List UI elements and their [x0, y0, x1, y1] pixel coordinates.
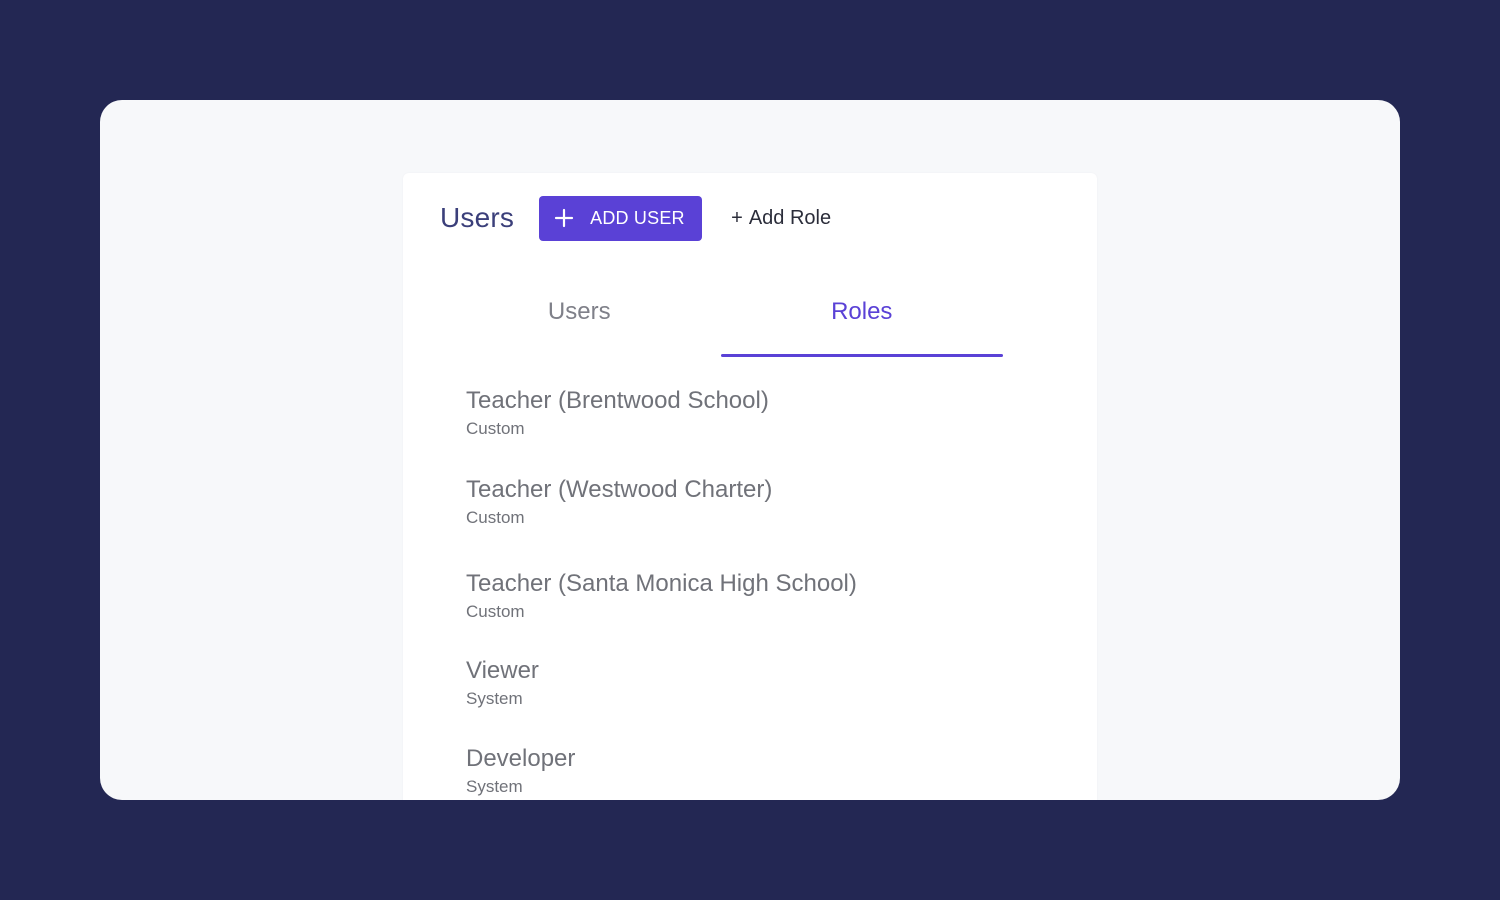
- role-type: Custom: [466, 508, 525, 527]
- role-name: Teacher (Brentwood School): [466, 387, 769, 414]
- role-name: Developer: [466, 745, 576, 772]
- add-user-button[interactable]: ADD USER: [539, 195, 703, 241]
- role-list-item[interactable]: Teacher (Santa Monica High School) Custo…: [466, 569, 1026, 623]
- plus-icon: [554, 208, 574, 228]
- page-title: Users: [440, 202, 515, 233]
- role-list-item[interactable]: Viewer System: [466, 656, 1026, 710]
- role-list-item[interactable]: Teacher (Brentwood School) Custom: [466, 386, 1026, 440]
- role-list-item[interactable]: Developer System: [466, 744, 1026, 798]
- role-name: Teacher (Santa Monica High School): [466, 570, 857, 597]
- role-name: Viewer: [466, 657, 539, 684]
- users-panel: Users ADD USER + Add Role Users Roles Te…: [403, 173, 1097, 800]
- window-frame: Users ADD USER + Add Role Users Roles Te…: [100, 100, 1400, 800]
- role-list-item[interactable]: Teacher (Westwood Charter) Custom: [466, 475, 1026, 529]
- tab-users[interactable]: Users: [438, 281, 721, 357]
- role-type: Custom: [466, 419, 525, 438]
- role-name: Teacher (Westwood Charter): [466, 476, 773, 503]
- add-role-link[interactable]: + Add Role: [731, 207, 831, 230]
- add-role-plus-icon: +: [731, 206, 743, 229]
- tab-bar: Users Roles: [438, 281, 1003, 357]
- role-type: System: [466, 777, 523, 796]
- panel-header: Users ADD USER + Add Role: [440, 195, 831, 241]
- role-type: Custom: [466, 602, 525, 621]
- add-role-label: Add Role: [748, 206, 832, 229]
- add-user-label: ADD USER: [590, 207, 685, 228]
- tab-roles[interactable]: Roles: [720, 281, 1004, 357]
- role-type: System: [466, 689, 523, 708]
